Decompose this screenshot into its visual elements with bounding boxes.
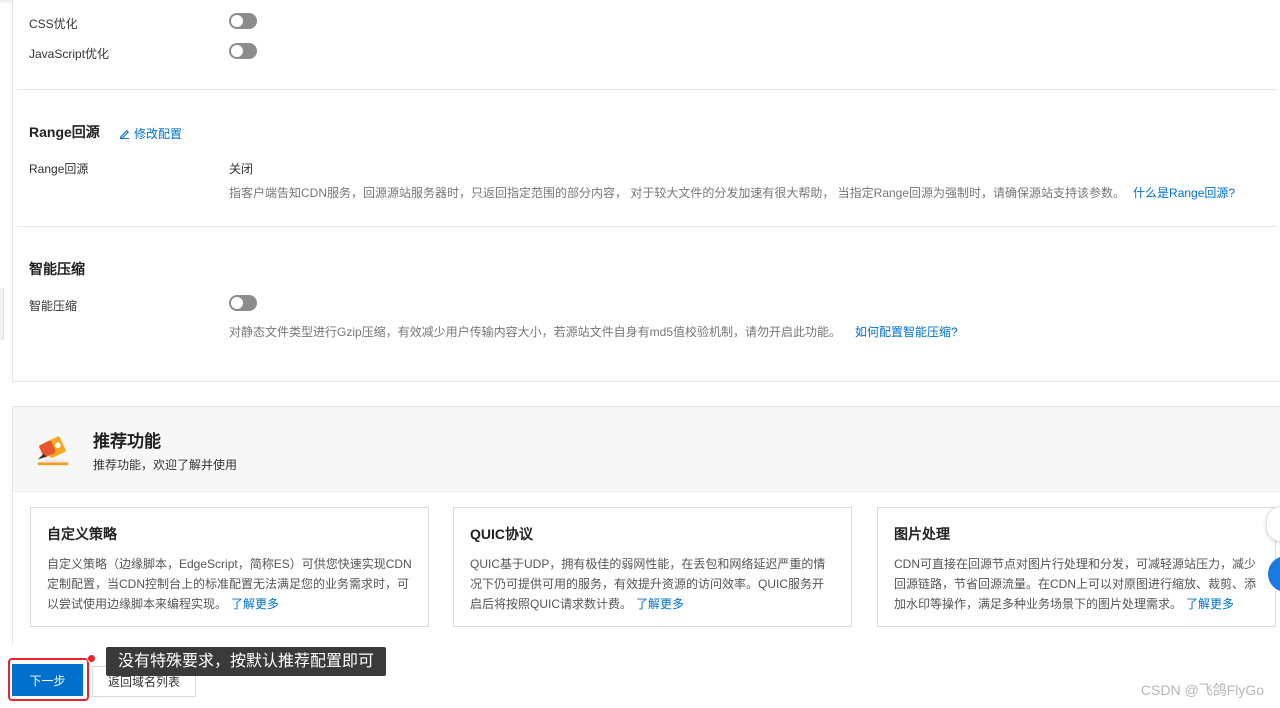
range-value: 关闭 <box>229 162 254 176</box>
card-description: CDN可直接在回源节点对图片行处理和分发，可减轻源站压力，减少回源链路，节省回源… <box>894 554 1259 614</box>
range-help-link[interactable]: 什么是Range回源? <box>1133 186 1235 200</box>
card-more-link[interactable]: 了解更多 <box>231 597 279 611</box>
recommend-panel: 推荐功能 推荐功能，欢迎了解并使用 自定义策略 自定义策略（边缘脚本，EdgeS… <box>12 406 1280 644</box>
toggle-knob <box>231 297 243 309</box>
section-divider <box>17 89 1277 90</box>
compress-help-link[interactable]: 如何配置智能压缩? <box>855 325 958 339</box>
compress-section-title: 智能压缩 <box>29 261 85 277</box>
recommend-icon <box>37 436 69 466</box>
edit-pencil-icon <box>119 129 130 139</box>
card-more-link[interactable]: 了解更多 <box>636 597 684 611</box>
recommend-subtitle: 推荐功能，欢迎了解并使用 <box>93 458 238 472</box>
range-row-label: Range回源 <box>29 162 89 176</box>
card-more-link[interactable]: 了解更多 <box>1186 597 1234 611</box>
recommend-card[interactable]: 自定义策略 自定义策略（边缘脚本，EdgeScript，简称ES）可供您快速实现… <box>30 507 429 627</box>
card-title: QUIC协议 <box>470 526 533 542</box>
card-title: 自定义策略 <box>47 526 117 542</box>
range-section-title: Range回源 <box>29 124 100 140</box>
recommend-title: 推荐功能 <box>93 432 161 451</box>
card-description: 自定义策略（边缘脚本，EdgeScript，简称ES）可供您快速实现CDN定制配… <box>47 554 412 614</box>
annotation-dot <box>87 654 96 663</box>
js-optimize-toggle[interactable] <box>229 43 257 59</box>
recommend-cards: 自定义策略 自定义策略（边缘脚本，EdgeScript，简称ES）可供您快速实现… <box>13 491 1280 644</box>
section-divider <box>17 226 1277 227</box>
recommend-header: 推荐功能 推荐功能，欢迎了解并使用 <box>13 407 1280 491</box>
card-description: QUIC基于UDP，拥有极佳的弱网性能，在丢包和网络延迟严重的情况下仍可提供可用… <box>470 554 835 614</box>
left-edge-tab[interactable] <box>0 288 4 340</box>
compress-toggle[interactable] <box>229 295 257 311</box>
annotation-tooltip: 没有特殊要求，按默认推荐配置即可 <box>106 647 387 676</box>
compress-description: 对静态文件类型进行Gzip压缩，有效减少用户传输内容大小，若源站文件自身有md5… <box>229 323 958 340</box>
css-optimize-label: CSS优化 <box>29 17 78 31</box>
css-optimize-toggle[interactable] <box>229 13 257 29</box>
card-title: 图片处理 <box>894 526 950 542</box>
next-step-button[interactable]: 下一步 <box>12 664 83 696</box>
watermark: CSDN @飞鸽FlyGo <box>1140 682 1264 698</box>
range-edit-link[interactable]: 修改配置 <box>119 125 182 142</box>
recommend-card[interactable]: QUIC协议 QUIC基于UDP，拥有极佳的弱网性能，在丢包和网络延迟严重的情况… <box>453 507 852 627</box>
toggle-knob <box>231 45 243 57</box>
range-description-text: 指客户端告知CDN服务，回源源站服务器时，只返回指定范围的部分内容， 对于较大文… <box>229 186 1126 200</box>
recommend-card[interactable]: 图片处理 CDN可直接在回源节点对图片行处理和分发，可减轻源站压力，减少回源链路… <box>877 507 1276 627</box>
range-description: 指客户端告知CDN服务，回源源站服务器时，只返回指定范围的部分内容， 对于较大文… <box>229 184 1235 201</box>
js-optimize-label: JavaScript优化 <box>29 47 110 61</box>
compress-row-label: 智能压缩 <box>29 299 78 313</box>
card-description-text: 自定义策略（边缘脚本，EdgeScript，简称ES）可供您快速实现CDN定制配… <box>47 557 412 611</box>
range-edit-label: 修改配置 <box>134 127 183 141</box>
compress-description-text: 对静态文件类型进行Gzip压缩，有效减少用户传输内容大小，若源站文件自身有md5… <box>229 325 842 339</box>
toggle-knob <box>231 15 243 27</box>
